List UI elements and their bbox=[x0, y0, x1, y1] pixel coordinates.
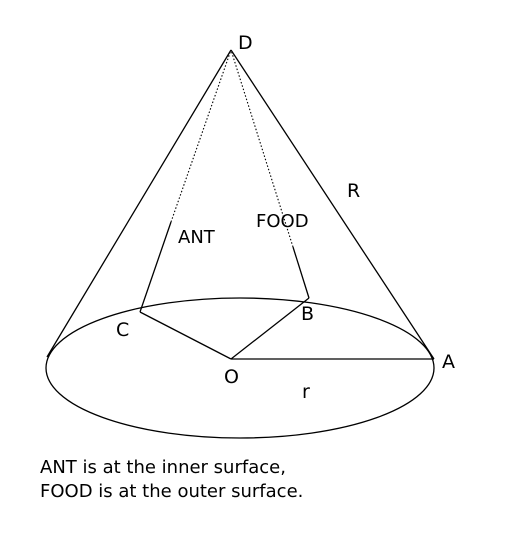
label-apex-d: D bbox=[238, 32, 253, 54]
label-point-b: B bbox=[301, 303, 314, 325]
label-ant: ANT bbox=[178, 227, 216, 248]
right-slant-edge-da bbox=[230, 49, 435, 360]
cone-diagram: D A B C O R r ANT FOOD bbox=[45, 32, 455, 439]
left-slant-edge bbox=[46, 49, 232, 358]
caption: ANT is at the inner surface, FOOD is at … bbox=[40, 456, 480, 504]
label-food: FOOD bbox=[256, 211, 309, 232]
label-slant-r: R bbox=[347, 180, 360, 202]
cone-base-ellipse bbox=[45, 297, 435, 439]
segment-oc bbox=[139, 311, 232, 360]
caption-line-1: ANT is at the inner surface, bbox=[40, 457, 286, 478]
label-point-a: A bbox=[442, 351, 455, 373]
segment-ob bbox=[230, 297, 310, 360]
label-center-o: O bbox=[224, 366, 239, 388]
label-radius-r: r bbox=[302, 381, 310, 403]
food-path-solid bbox=[292, 246, 310, 299]
label-point-c: C bbox=[116, 319, 129, 341]
caption-line-2: FOOD is at the outer surface. bbox=[40, 481, 304, 502]
ant-path-solid bbox=[139, 221, 172, 313]
